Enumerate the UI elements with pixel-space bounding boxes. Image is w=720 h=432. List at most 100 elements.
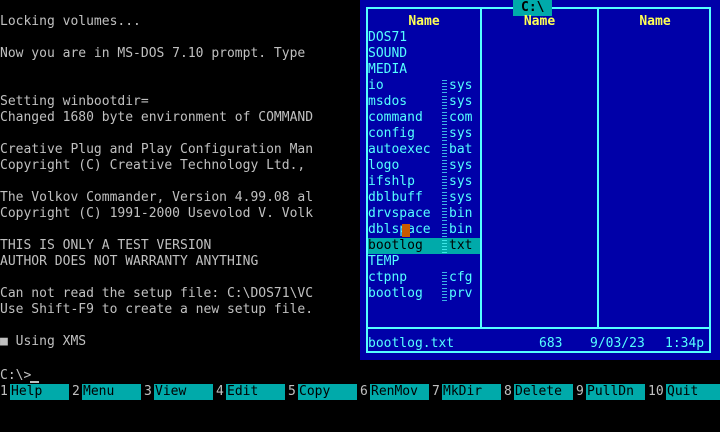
directory-item[interactable]: MEDIA <box>368 62 480 78</box>
function-key-label: Quit <box>666 384 720 400</box>
file-name: DOS71 <box>368 30 408 45</box>
file-name: dblspace <box>368 222 431 237</box>
function-key-number: 3 <box>144 384 154 400</box>
function-key-number: 1 <box>0 384 10 400</box>
file-item[interactable]: logo sys <box>368 158 480 174</box>
file-item[interactable]: command com <box>368 110 480 126</box>
function-key-number: 9 <box>576 384 586 400</box>
file-name: autoexec <box>368 142 431 157</box>
file-name: MEDIA <box>368 62 408 77</box>
file-extension: bat <box>449 142 473 157</box>
status-divider <box>366 327 711 329</box>
directory-item[interactable]: DOS71 <box>368 30 480 46</box>
extension-separator <box>442 240 447 253</box>
function-key-1[interactable]: 1 Help <box>0 384 72 400</box>
function-key-number: 2 <box>72 384 82 400</box>
terminal-line: Use Shift-F9 to create a new setup file. <box>0 302 314 317</box>
file-extension: sys <box>449 174 473 189</box>
function-key-number: 5 <box>288 384 298 400</box>
function-key-number: 7 <box>432 384 442 400</box>
file-info-status: bootlog.txt 683 9/03/23 1:34p <box>368 336 713 352</box>
file-extension: com <box>449 110 473 125</box>
extension-separator <box>442 176 447 189</box>
extension-separator <box>442 128 447 141</box>
function-key-label: Copy <box>298 384 357 400</box>
extension-separator <box>442 80 447 93</box>
function-key-number: 4 <box>216 384 226 400</box>
directory-item[interactable]: SOUND <box>368 46 480 62</box>
function-key-number: 6 <box>360 384 370 400</box>
terminal-line: The Volkov Commander, Version 4.99.08 al <box>0 190 314 205</box>
file-name: SOUND <box>368 46 408 61</box>
terminal-line: Copyright (C) Creative Technology Ltd., <box>0 158 306 173</box>
function-key-label: MkDir <box>442 384 501 400</box>
file-item[interactable]: ifshlp sys <box>368 174 480 190</box>
extension-separator <box>442 192 447 205</box>
terminal-line: Copyright (C) 1991-2000 Usevolod V. Volk <box>0 206 314 221</box>
terminal-line: Now you are in MS-DOS 7.10 prompt. Type <box>0 46 306 61</box>
column-header-name[interactable]: Name <box>482 14 597 30</box>
file-extension: sys <box>449 126 473 141</box>
text-cursor <box>30 381 39 383</box>
file-extension: sys <box>449 94 473 109</box>
extension-separator <box>442 144 447 157</box>
file-name: command <box>368 110 423 125</box>
file-extension: sys <box>449 78 473 93</box>
function-key-label: Edit <box>226 384 285 400</box>
function-key-10[interactable]: 10 Quit <box>648 384 720 400</box>
extension-separator <box>442 112 447 125</box>
file-item[interactable]: bootlog prv <box>368 286 480 302</box>
file-name: dblbuff <box>368 190 423 205</box>
function-key-3[interactable]: 3 View <box>144 384 216 400</box>
terminal-line: THIS IS ONLY A TEST VERSION <box>0 238 212 253</box>
column-header-name[interactable]: Name <box>368 14 480 30</box>
extension-separator <box>442 96 447 109</box>
directory-item[interactable]: TEMP <box>368 254 480 270</box>
file-name: ctpnp <box>368 270 408 285</box>
file-item[interactable]: dblspace bin <box>368 222 480 238</box>
function-key-label: Menu <box>82 384 141 400</box>
status-file-size: 683 <box>539 336 563 351</box>
file-name: TEMP <box>368 254 400 269</box>
file-item[interactable]: io sys <box>368 78 480 94</box>
file-item[interactable]: bootlog txt <box>368 238 480 254</box>
function-key-9[interactable]: 9 PullDn <box>576 384 648 400</box>
function-key-4[interactable]: 4 Edit <box>216 384 288 400</box>
file-extension: sys <box>449 158 473 173</box>
terminal-line: Changed 1680 byte environment of COMMAND <box>0 110 314 125</box>
file-name: ifshlp <box>368 174 415 189</box>
terminal-line: Creative Plug and Play Configuration Man <box>0 142 314 157</box>
file-item[interactable]: drvspace bin <box>368 206 480 222</box>
status-file-date: 9/03/23 <box>590 336 645 351</box>
highlight-cursor-block <box>402 224 410 237</box>
file-extension: cfg <box>449 270 473 285</box>
function-key-label: View <box>154 384 213 400</box>
file-item[interactable]: msdos sys <box>368 94 480 110</box>
status-filename: bootlog.txt <box>368 336 455 351</box>
function-key-number: 10 <box>648 384 666 400</box>
function-key-label: Delete <box>514 384 573 400</box>
column-header-name[interactable]: Name <box>599 14 711 30</box>
file-item[interactable]: dblbuff sys <box>368 190 480 206</box>
command-prompt[interactable]: C:\> <box>0 368 31 384</box>
file-item[interactable]: autoexec bat <box>368 142 480 158</box>
file-item[interactable]: config sys <box>368 126 480 142</box>
file-extension: bin <box>449 206 473 221</box>
terminal-line: Locking volumes... <box>0 14 141 29</box>
file-extension: sys <box>449 190 473 205</box>
function-key-2[interactable]: 2 Menu <box>72 384 144 400</box>
terminal-line: ■ Using XMS <box>0 334 87 349</box>
function-key-8[interactable]: 8 Delete <box>504 384 576 400</box>
file-name: logo <box>368 158 400 173</box>
file-panel[interactable]: C:\ Name Name Name DOS71 SOUND MEDIA io sys m… <box>360 0 720 360</box>
function-key-5[interactable]: 5 Copy <box>288 384 360 400</box>
file-item[interactable]: ctpnp cfg <box>368 270 480 286</box>
extension-separator <box>442 224 447 237</box>
file-extension: bin <box>449 222 473 237</box>
extension-separator <box>442 288 447 301</box>
function-key-6[interactable]: 6 RenMov <box>360 384 432 400</box>
file-name: bootlog <box>368 286 423 301</box>
extension-separator <box>442 208 447 221</box>
function-key-label: PullDn <box>586 384 645 400</box>
function-key-7[interactable]: 7 MkDir <box>432 384 504 400</box>
